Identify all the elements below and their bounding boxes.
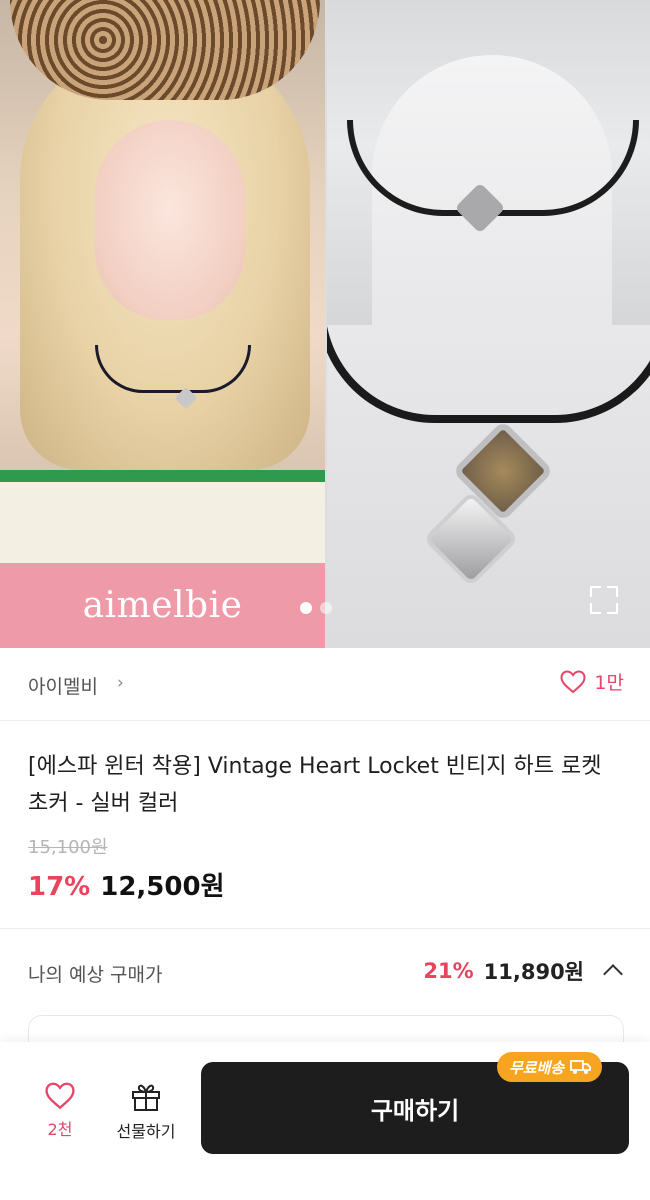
bottom-action-bar: 2천 선물하기 구매하기 무료배송 — [0, 1042, 650, 1200]
chevron-up-icon[interactable] — [603, 964, 623, 984]
necklace-on-bust-photo — [327, 0, 650, 325]
expand-icon[interactable] — [590, 586, 618, 614]
wishlist-count: 2천 — [47, 1120, 73, 1139]
divider — [0, 928, 650, 929]
model-photo — [0, 0, 325, 563]
wishlist-button[interactable]: 2천 — [30, 1082, 90, 1148]
brand-caption: aimelbie — [0, 563, 325, 648]
expected-price-label: 나의 예상 구매가 — [28, 964, 163, 986]
chevron-right-icon: › — [117, 673, 124, 693]
shop-name[interactable]: 아이멜비 — [28, 672, 98, 699]
expected-discount: 21% — [423, 959, 474, 983]
gift-button[interactable]: 선물하기 — [108, 1082, 184, 1148]
free-shipping-label: 무료배송 — [509, 1058, 565, 1077]
pagination-dot[interactable] — [320, 602, 332, 614]
pagination-dot-active[interactable] — [300, 602, 312, 614]
shop-row[interactable]: 아이멜비 › 1만 — [0, 648, 650, 721]
gift-label: 선물하기 — [116, 1122, 176, 1141]
model-face — [95, 120, 245, 320]
free-shipping-badge: 무료배송 — [497, 1052, 603, 1082]
choker-on-model — [95, 345, 251, 393]
expected-price-toggle[interactable]: 21% 11,890원 — [423, 956, 623, 986]
price-row: 17% 12,500원 — [28, 866, 225, 903]
gift-icon — [132, 1084, 160, 1111]
cord — [327, 325, 650, 423]
shop-like-count: 1만 — [594, 672, 624, 694]
original-price: 15,100원 — [28, 837, 108, 858]
discount-rate: 17% — [28, 872, 91, 902]
heart-outline-icon — [560, 669, 586, 693]
sale-price: 12,500원 — [100, 872, 225, 902]
truck-icon — [570, 1060, 592, 1074]
shop-like-button[interactable]: 1만 — [560, 668, 624, 695]
heart-outline-icon — [45, 1082, 75, 1110]
model-shirt — [0, 470, 325, 563]
product-title: [에스파 윈터 착용] Vintage Heart Locket 빈티지 하트 … — [28, 754, 602, 816]
gallery-pagination[interactable] — [300, 602, 332, 614]
product-gallery[interactable]: aimelbie — [0, 0, 650, 648]
expected-price: 11,890원 — [483, 960, 584, 984]
